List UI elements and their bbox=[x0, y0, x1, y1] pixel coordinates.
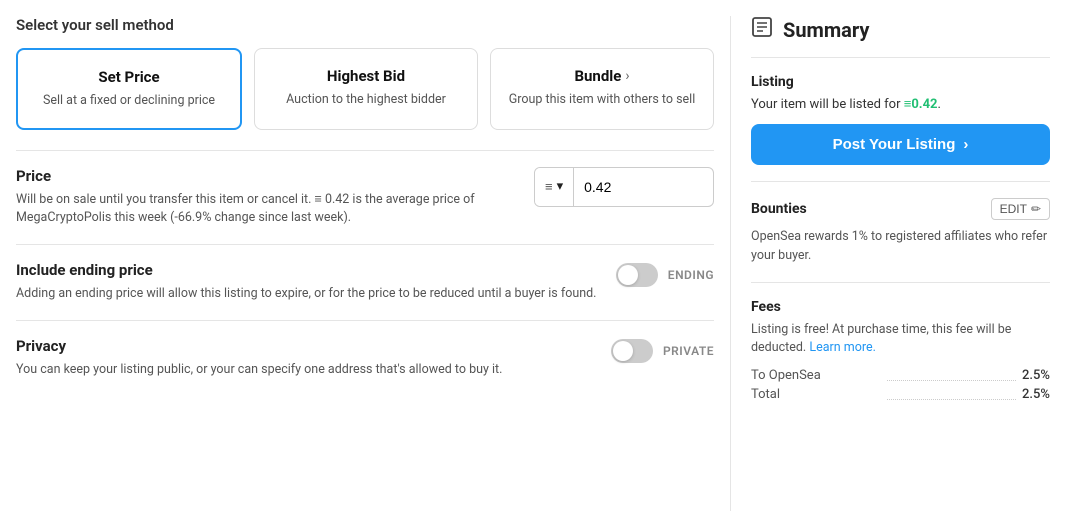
listing-section: Listing Your item will be listed for ≡0.… bbox=[751, 74, 1050, 182]
bounties-section: Bounties EDIT ✏ OpenSea rewards 1% to re… bbox=[751, 198, 1050, 283]
learn-more-link[interactable]: Learn more. bbox=[809, 340, 876, 355]
fees-label: Fees bbox=[751, 299, 1050, 315]
bounties-header: Bounties EDIT ✏ bbox=[751, 198, 1050, 220]
bundle-title: Bundle bbox=[574, 67, 621, 85]
fee-opensea-name: To OpenSea bbox=[751, 368, 881, 383]
price-desc: Will be on sale until you transfer this … bbox=[16, 191, 518, 229]
price-input[interactable] bbox=[574, 168, 674, 206]
currency-select[interactable]: ≡ ▾ bbox=[535, 168, 574, 206]
edit-bounties-button[interactable]: EDIT ✏ bbox=[991, 198, 1050, 220]
sell-method-set-price[interactable]: Set Price Sell at a fixed or declining p… bbox=[16, 48, 242, 130]
privacy-text-block: Privacy You can keep your listing public… bbox=[16, 337, 595, 380]
fees-desc: Listing is free! At purchase time, this … bbox=[751, 321, 1050, 359]
sell-methods: Set Price Sell at a fixed or declining p… bbox=[16, 48, 714, 130]
fees-section: Fees Listing is free! At purchase time, … bbox=[751, 299, 1050, 407]
summary-icon bbox=[751, 16, 773, 43]
bounties-label: Bounties bbox=[751, 201, 807, 217]
pencil-icon: ✏ bbox=[1031, 202, 1041, 216]
bundle-arrow-icon: › bbox=[625, 68, 629, 84]
price-input-wrapper: ≡ ▾ bbox=[534, 167, 714, 207]
currency-dropdown-icon: ▾ bbox=[557, 179, 564, 194]
ending-toggle[interactable] bbox=[616, 263, 658, 287]
post-listing-button[interactable]: Post Your Listing › bbox=[751, 124, 1050, 165]
fees-desc-text: Listing is free! At purchase time, this … bbox=[751, 322, 1011, 356]
ending-text-block: Include ending price Adding an ending pr… bbox=[16, 261, 600, 304]
currency-symbol: ≡ bbox=[545, 179, 553, 195]
ending-desc: Adding an ending price will allow this l… bbox=[16, 285, 600, 304]
privacy-section: Privacy You can keep your listing public… bbox=[16, 320, 714, 396]
listing-price-text-part: Your item will be listed for bbox=[751, 97, 901, 112]
listing-label: Listing bbox=[751, 74, 1050, 90]
privacy-desc: You can keep your listing public, or you… bbox=[16, 361, 595, 380]
fee-opensea-value: 2.5% bbox=[1022, 368, 1050, 383]
price-section: Price Will be on sale until you transfer… bbox=[16, 150, 714, 245]
ending-title: Include ending price bbox=[16, 261, 600, 279]
set-price-title: Set Price bbox=[98, 68, 159, 86]
sell-method-bundle[interactable]: Bundle › Group this item with others to … bbox=[490, 48, 714, 130]
highest-bid-title: Highest Bid bbox=[327, 67, 405, 85]
privacy-toggle[interactable] bbox=[611, 339, 653, 363]
page-title: Select your sell method bbox=[16, 16, 714, 34]
privacy-toggle-right: PRIVATE bbox=[611, 339, 714, 363]
price-title: Price bbox=[16, 167, 518, 185]
sell-method-highest-bid[interactable]: Highest Bid Auction to the highest bidde… bbox=[254, 48, 478, 130]
bounties-desc: OpenSea rewards 1% to registered affilia… bbox=[751, 228, 1050, 266]
summary-header: Summary bbox=[751, 16, 1050, 58]
price-text-block: Price Will be on sale until you transfer… bbox=[16, 167, 518, 229]
listing-price-text: Your item will be listed for ≡0.42. bbox=[751, 96, 1050, 112]
post-button-arrow-icon: › bbox=[963, 136, 968, 153]
bundle-desc: Group this item with others to sell bbox=[509, 91, 696, 109]
ending-toggle-right: ENDING bbox=[616, 263, 714, 287]
post-button-label: Post Your Listing bbox=[833, 136, 956, 153]
fee-total-name: Total bbox=[751, 387, 881, 402]
fee-dots-2 bbox=[887, 390, 1017, 400]
right-panel: Summary Listing Your item will be listed… bbox=[730, 16, 1050, 511]
fee-rows: To OpenSea 2.5% Total 2.5% bbox=[751, 368, 1050, 402]
highest-bid-desc: Auction to the highest bidder bbox=[286, 91, 446, 109]
ending-price-section: Include ending price Adding an ending pr… bbox=[16, 244, 714, 320]
fee-row-opensea: To OpenSea 2.5% bbox=[751, 368, 1050, 383]
left-panel: Select your sell method Set Price Sell a… bbox=[16, 16, 714, 511]
set-price-desc: Sell at a fixed or declining price bbox=[43, 92, 215, 110]
privacy-label: PRIVATE bbox=[663, 344, 714, 358]
ending-label: ENDING bbox=[668, 268, 714, 282]
summary-title: Summary bbox=[783, 18, 869, 42]
privacy-title: Privacy bbox=[16, 337, 595, 355]
fee-total-value: 2.5% bbox=[1022, 387, 1050, 402]
fee-dots-1 bbox=[887, 371, 1017, 381]
listing-price-value: ≡0.42 bbox=[904, 97, 938, 112]
listing-price-suffix: . bbox=[937, 97, 940, 112]
fee-row-total: Total 2.5% bbox=[751, 387, 1050, 402]
edit-label: EDIT bbox=[1000, 202, 1027, 216]
